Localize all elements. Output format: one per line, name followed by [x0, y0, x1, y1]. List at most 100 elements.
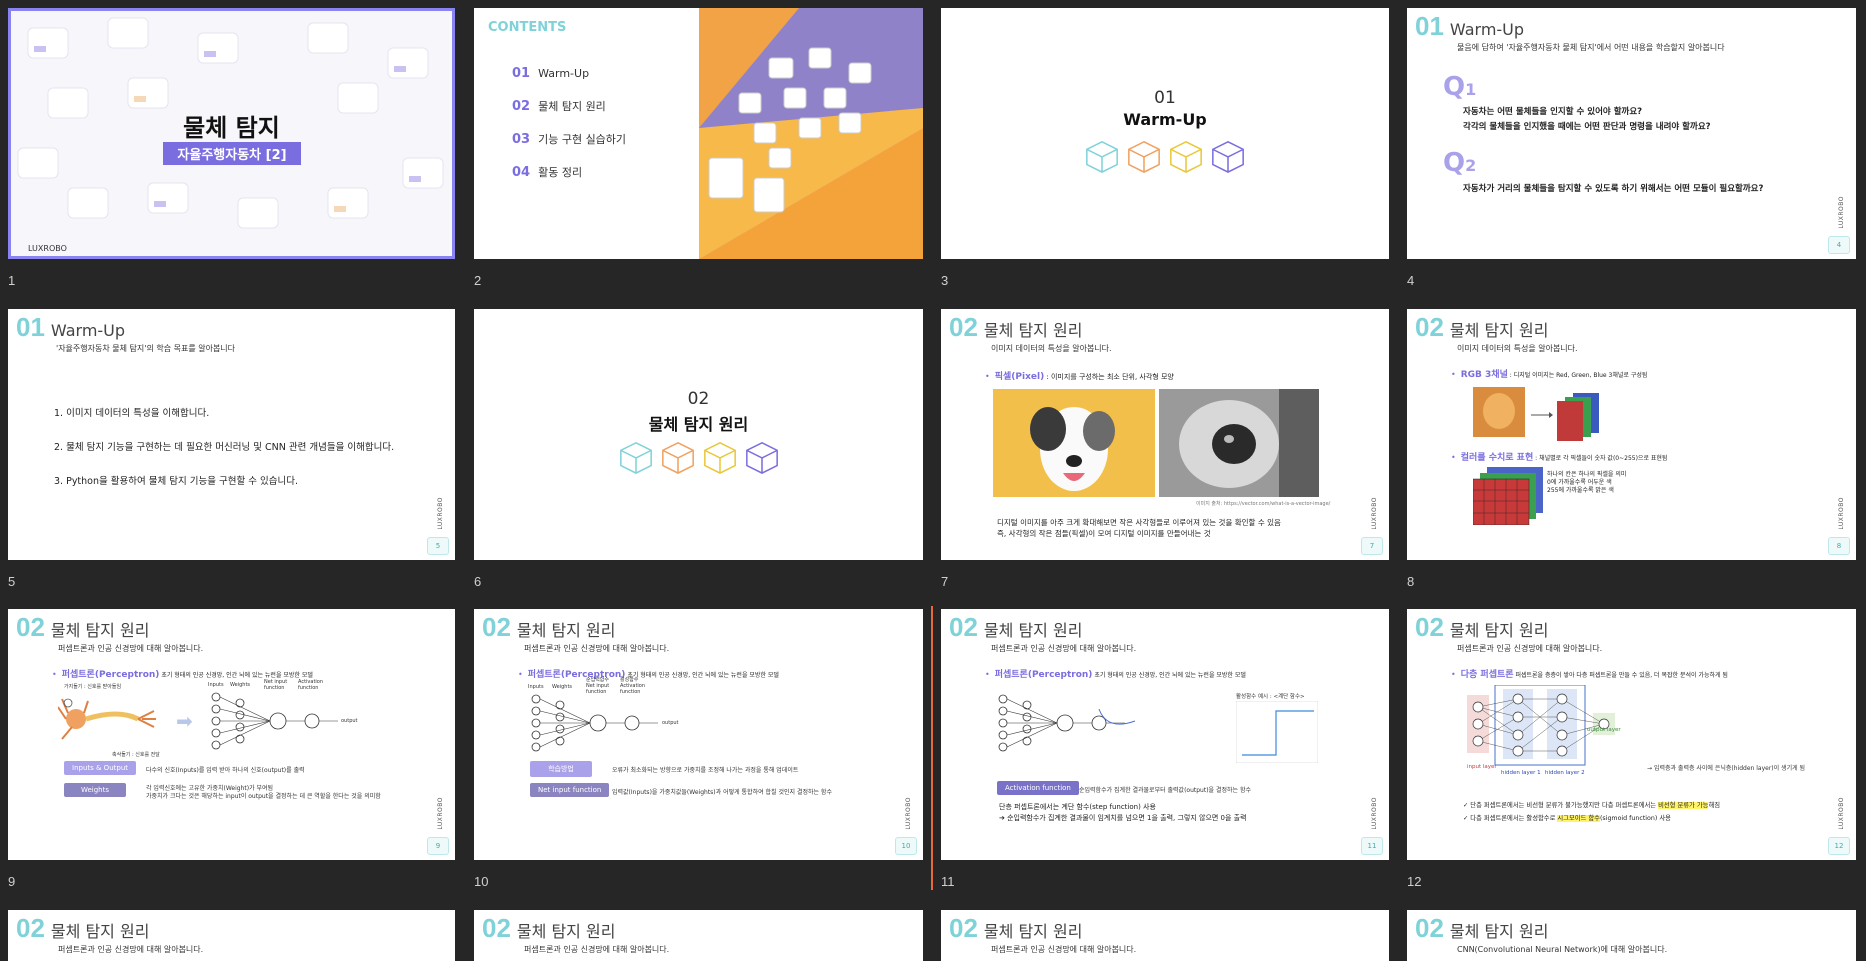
slide-thumbnail-9[interactable]: 02물체 탐지 원리 퍼셉트론과 인공 신경망에 대해 알아봅니다. 퍼셉트론(… [8, 609, 455, 860]
slide-header: 02 물체 탐지 원리 [16, 612, 150, 642]
slide-number-11: 11 [941, 874, 955, 889]
slide-thumbnail-13[interactable]: 02 물체 탐지 원리 퍼셉트론과 인공 신경망에 대해 알아봅니다. [8, 910, 455, 961]
axon-label: 축삭돌기 : 신호를 전달 [112, 752, 160, 758]
perceptron-bullet: 퍼셉트론(Perceptron) 초기 형태의 인공 신경망, 인간 뇌에 있는… [985, 667, 1246, 680]
question-2-label: Q2 [1443, 148, 1477, 178]
slide-header: 02 물체 탐지 원리 [1415, 612, 1549, 642]
slide-subtitle: 물음에 답하여 '자율주행자동차 물체 탐지'에서 어떤 내용을 학습할지 알아… [1457, 43, 1725, 52]
slide-thumbnail-8[interactable]: 02물체 탐지 원리 이미지 데이터의 특성을 알아봅니다. RGB 3채널 :… [1407, 309, 1856, 560]
slide-header: 02 물체 탐지 원리 [949, 612, 1083, 642]
goal-item: 3. Python을 활용하여 물체 탐지 기능을 구현할 수 있습니다. [54, 476, 298, 487]
learning-method-desc: 오류가 최소화되는 방향으로 가중치를 조정해 나가는 과정을 통해 업데이트 [612, 767, 799, 774]
cube-icon [1086, 140, 1118, 173]
contents-list: 01 Warm-Up 02 물체 탐지 원리 03 기능 구현 실습하기 04 활동 정… [512, 66, 626, 180]
dendrite-label: 가지돌기 : 신호를 받아들임 [64, 684, 122, 690]
slide-thumbnail-3[interactable]: 01 Warm-Up [941, 8, 1389, 259]
slide-number-6: 6 [474, 574, 482, 589]
net-input-desc: 입력값(Inputs)을 가중치값들(Weights)과 어떻게 통합하여 합칠… [612, 789, 832, 796]
cube-icon [661, 441, 694, 474]
section-number: 02 [687, 389, 710, 409]
contents-label: CONTENTS [488, 20, 567, 35]
page-number-badge: 10 [895, 837, 917, 855]
slide-number-5: 5 [8, 574, 16, 589]
pixel-bullet: 픽셀(Pixel) : 이미지를 구성하는 최소 단위, 사각형 모양 [985, 369, 1174, 382]
page-number-badge: 8 [1828, 537, 1850, 555]
weights-label: Weights [552, 684, 573, 690]
hidden-layer-note: → 입력층과 출력층 사이에 은닉층(hidden layer)이 생기게 됨 [1647, 765, 1806, 772]
modi-blocks-photo [699, 8, 923, 259]
neuron-illustration [58, 698, 156, 740]
slide-thumbnail-6[interactable]: 02 물체 탐지 원리 [474, 309, 923, 560]
slide-thumbnail-11[interactable]: 02물체 탐지 원리 퍼셉트론과 인공 신경망에 대해 알아봅니다. 퍼셉트론(… [941, 609, 1389, 860]
slide-header: 02 물체 탐지 원리 [949, 312, 1083, 342]
slide-header: 02 물체 탐지 원리 [16, 913, 150, 943]
output-layer-label: output layer [1587, 727, 1621, 733]
cube-icon [1170, 140, 1202, 173]
luxrobo-vertical-logo: LUXROBO [1838, 196, 1845, 229]
title-slide-subtitle: 자율주행자동차 [2] [163, 142, 301, 165]
slide-number-4: 4 [1407, 273, 1415, 288]
slide-thumbnail-1[interactable]: 물체 탐지 자율주행자동차 [2] LUXROBO [8, 8, 455, 259]
activation-label: Activation function [298, 679, 324, 691]
inputs-label: Inputs [208, 682, 224, 688]
question-1-label: Q1 [1443, 72, 1477, 102]
slide-thumbnail-4[interactable]: 01 Warm-Up 물음에 답하여 '자율주행자동차 물체 탐지'에서 어떤 내… [1407, 8, 1856, 259]
slide-number-2: 2 [474, 273, 482, 288]
goal-item: 1. 이미지 데이터의 특성을 이해합니다. [54, 408, 210, 419]
slide-number-8: 8 [1407, 574, 1415, 589]
pixelated-dog-closeup [1159, 389, 1319, 497]
section-cube-icons [941, 138, 1389, 174]
pixel-explanation: 디지털 이미지를 아주 크게 확대해보면 작은 사각형들로 이루어져 있는 것을… [997, 518, 1281, 538]
hidden-layer-2-label: hidden layer 2 [1545, 770, 1585, 776]
hidden-layer-1-label: hidden layer 1 [1501, 770, 1541, 776]
step-function-explanation: 단층 퍼셉트론에서는 계단 함수(step function) 사용 ➔ 순입력함… [999, 803, 1247, 822]
weights-desc: 각 입력신호에는 고유한 가중치(Weight)가 부여됨 가중치가 크다는 것은… [146, 785, 381, 800]
contents-item: 01 Warm-Up [512, 66, 590, 81]
slide-number-12: 12 [1407, 874, 1422, 889]
slide-thumbnail-14[interactable]: 02 물체 탐지 원리 퍼셉트론과 인공 신경망에 대해 알아봅니다. [474, 910, 923, 961]
slide-thumbnail-15[interactable]: 02 물체 탐지 원리 퍼셉트론과 인공 신경망에 대해 알아봅니다. [941, 910, 1389, 961]
page-number-badge: 9 [427, 837, 449, 855]
page-number-badge: 11 [1361, 837, 1383, 855]
section-title: 물체 탐지 원리 [648, 415, 749, 434]
luxrobo-vertical-logo: LUXROBO [1838, 497, 1845, 530]
slide-thumbnail-7[interactable]: 02물체 탐지 원리 이미지 데이터의 특성을 알아봅니다. 픽셀(Pixel)… [941, 309, 1389, 560]
slide-thumbnail-2[interactable]: CONTENTS 01 Warm-Up 02 물체 탐지 원리 03 기능 구현 실습… [474, 8, 923, 259]
inputs-output-desc: 다수의 신호(Inputs)를 입력 받아 하나의 신호(output)를 출력 [146, 767, 305, 774]
net-input-label: 순입력함수 Net input function [586, 677, 610, 695]
slide-subtitle: 이미지 데이터의 특성을 알아봅니다. [1457, 344, 1578, 353]
page-number-badge: 12 [1828, 837, 1850, 855]
question-2-text: 자동차가 거리의 물체들을 탐지할 수 있도록 하기 위해서는 어떤 모듈이 필… [1463, 184, 1764, 194]
section-number: 01 [1154, 88, 1176, 108]
check-item: ✓ 단층 퍼셉트론에서는 비선형 분류가 불가능했지만 다층 퍼셉트론에서는 비… [1463, 802, 1721, 809]
weights-label: Weights [230, 682, 251, 688]
slide-thumbnail-10[interactable]: 02물체 탐지 원리 퍼셉트론과 인공 신경망에 대해 알아봅니다. 퍼셉트론(… [474, 609, 923, 860]
slide-thumbnail-5[interactable]: 01 Warm-Up '자율주행자동차 물체 탐지'의 학습 목표를 알아봅니다 … [8, 309, 455, 560]
slide-number-1: 1 [8, 273, 16, 288]
net-input-tag: Net input function [530, 783, 610, 797]
slide-thumbnail-16[interactable]: 02 물체 탐지 원리 CNN(Convolutional Neural Netw… [1407, 910, 1856, 961]
slide-subtitle: '자율주행자동차 물체 탐지'의 학습 목표를 알아봅니다 [56, 344, 236, 353]
question-1-text: 자동차는 어떤 물체들을 인지할 수 있어야 할까요? 각각의 물체들을 인지했을… [1463, 107, 1711, 132]
slide-thumbnail-12[interactable]: 02물체 탐지 원리 퍼셉트론과 인공 신경망에 대해 알아봅니다. 다층 퍼셉… [1407, 609, 1856, 860]
output-label: output [662, 720, 679, 726]
perceptron-diagram [211, 692, 338, 750]
perceptron-diagram [531, 694, 658, 752]
slide-number-7: 7 [941, 574, 949, 589]
learning-goals: 1. 이미지 데이터의 특성을 이해합니다. 2. 물체 탐지 기능을 구현하는… [54, 397, 394, 499]
luxrobo-vertical-logo: LUXROBO [437, 497, 444, 530]
rgb-bullet: RGB 3채널 : 디지털 이미지는 Red, Green, Blue 3채널로… [1451, 367, 1648, 380]
cube-icon [703, 441, 736, 474]
slide-subtitle: 이미지 데이터의 특성을 알아봅니다. [991, 344, 1112, 353]
perceptron-diagram [998, 694, 1136, 752]
contents-item: 04 활동 정리 [512, 165, 583, 180]
mlp-checklist: ✓ 단층 퍼셉트론에서는 비선형 분류가 불가능했지만 다층 퍼셉트론에서는 비… [1463, 799, 1720, 825]
insertion-indicator [931, 606, 933, 890]
luxrobo-vertical-logo: LUXROBO [437, 797, 444, 830]
slide-subtitle: 퍼셉트론과 인공 신경망에 대해 알아봅니다. [991, 644, 1137, 653]
step-function-graph [1236, 701, 1318, 763]
slide-header: 02 물체 탐지 원리 [482, 612, 616, 642]
slide-header: 01 Warm-Up [1415, 11, 1525, 41]
rgb-channel-diagram [1473, 387, 1599, 441]
grid-explanation: 하나의 칸은 하나의 픽셀을 의미 0에 가까울수록 어두운 색 255에 가까울수… [1547, 471, 1627, 494]
